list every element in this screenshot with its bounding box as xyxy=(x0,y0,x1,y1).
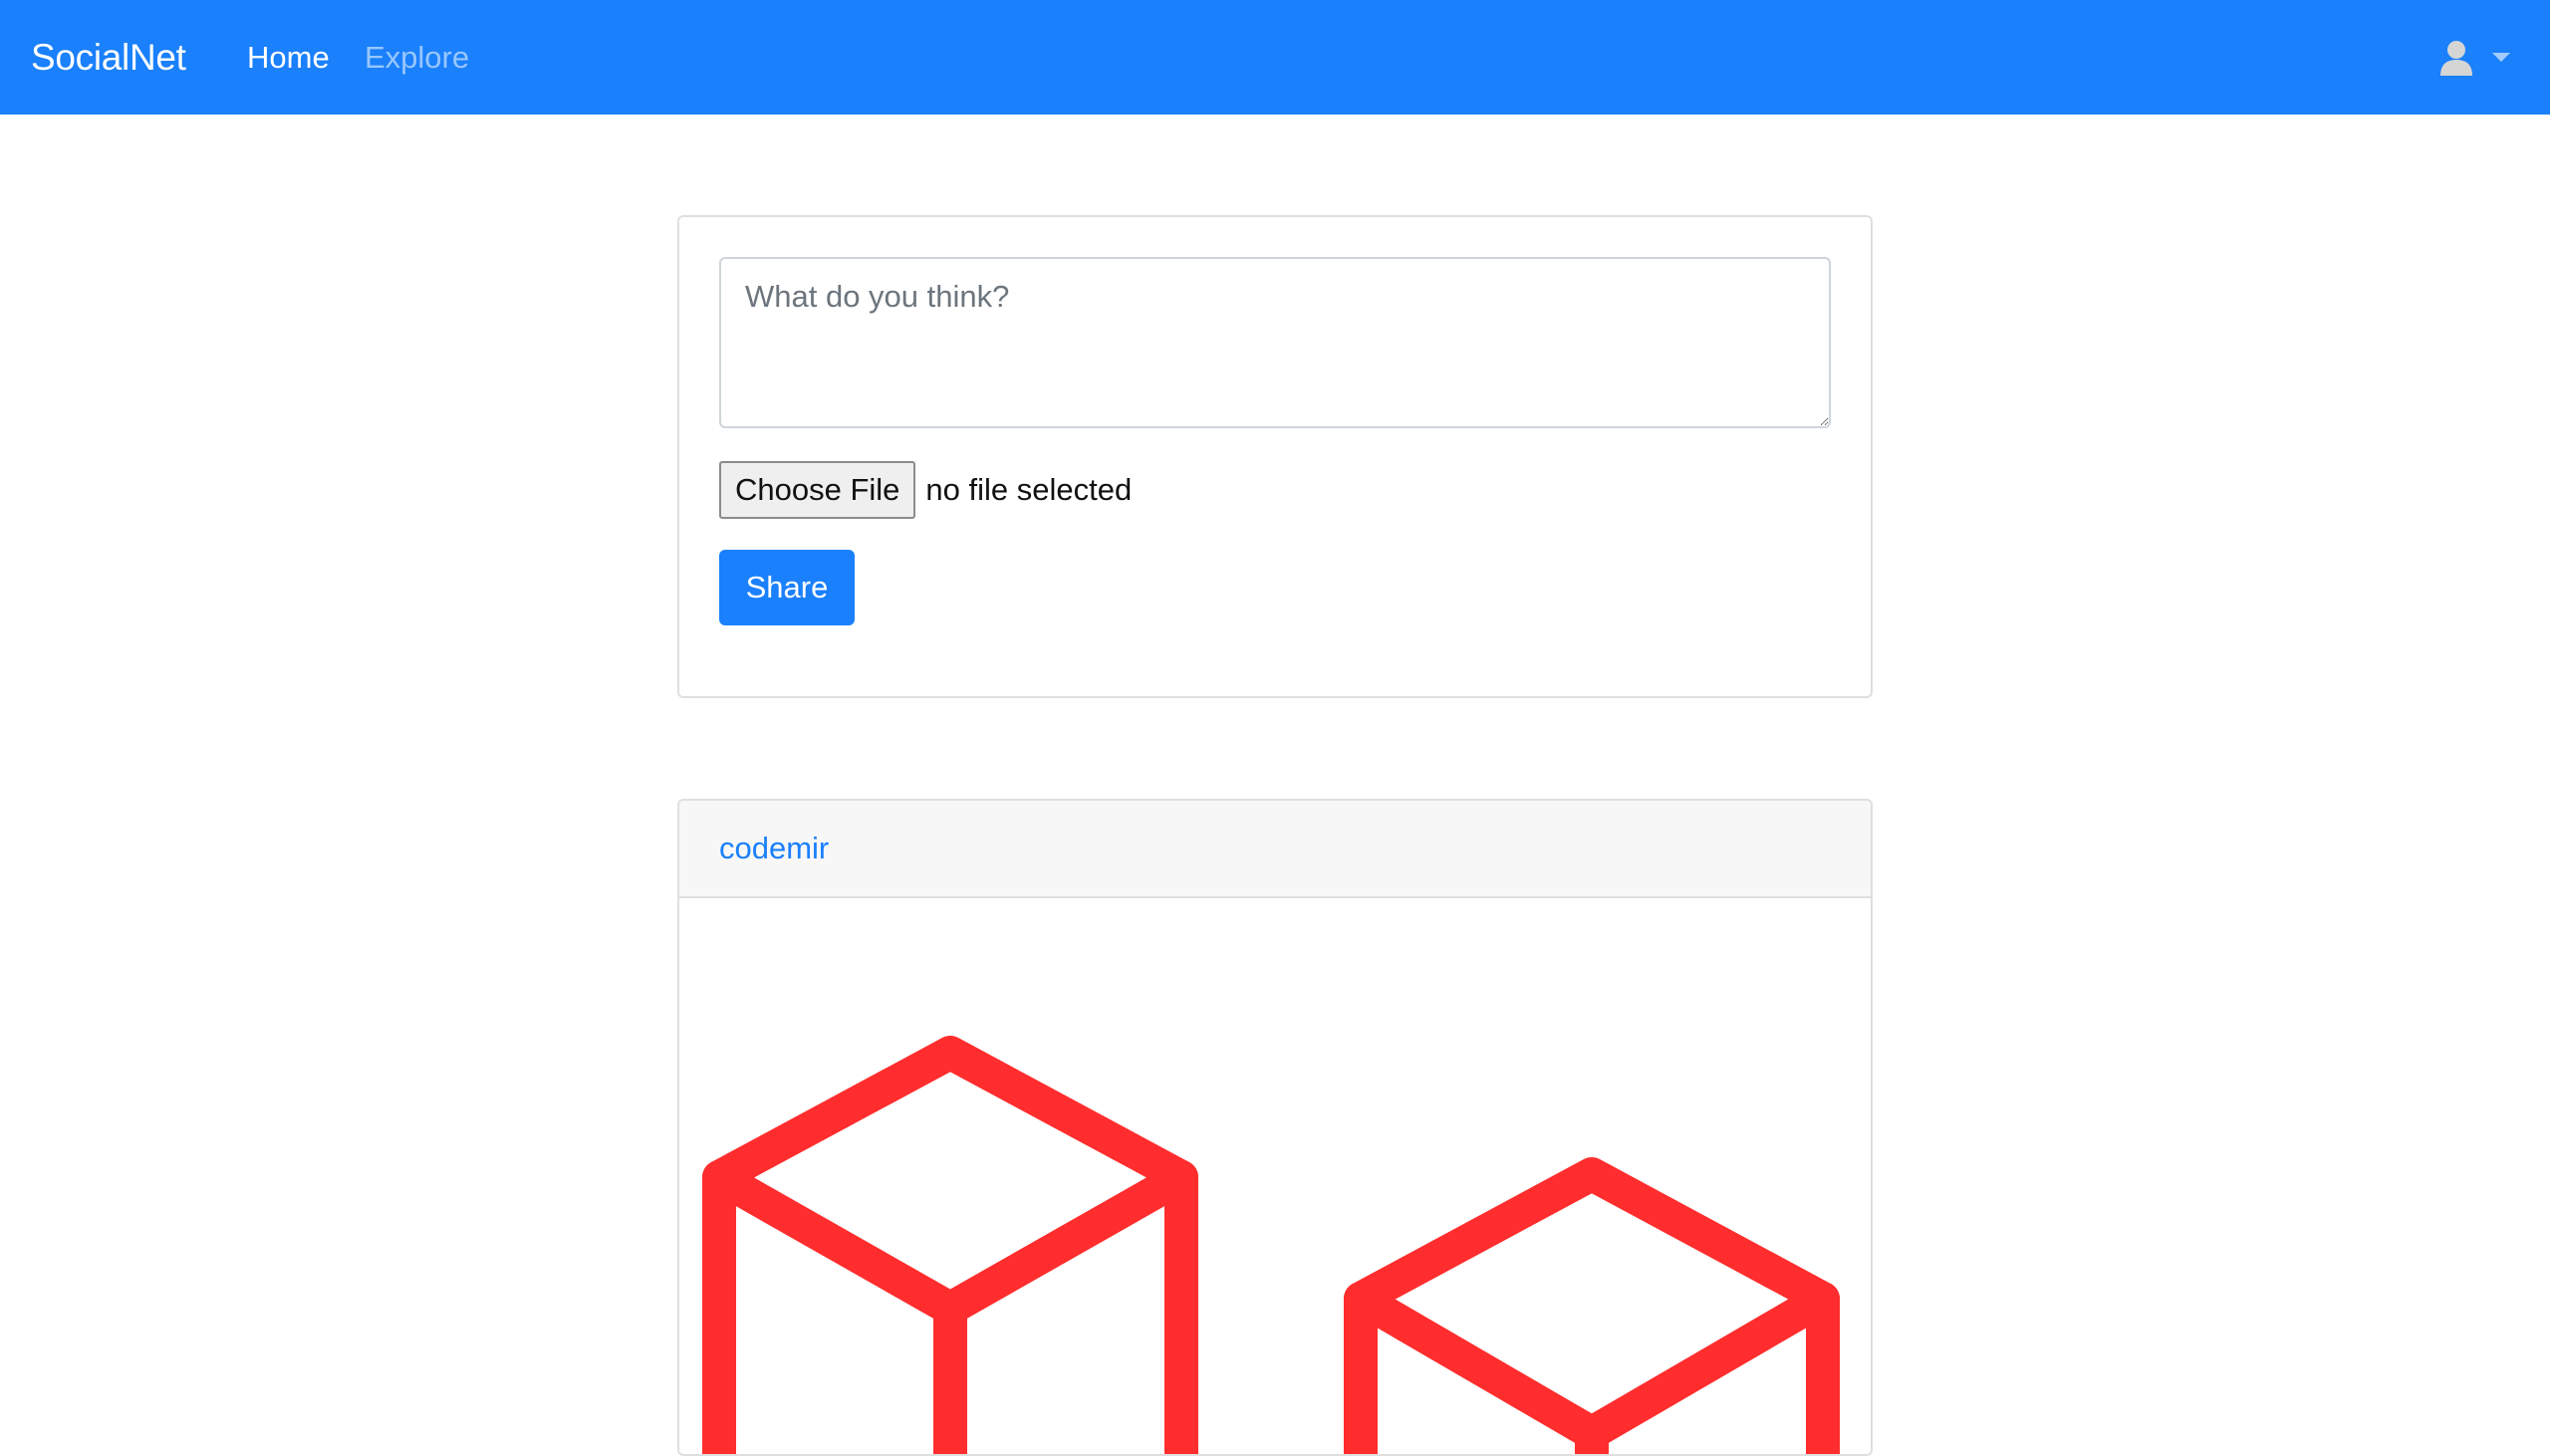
post-text-input[interactable] xyxy=(719,257,1831,428)
file-status-text: no file selected xyxy=(925,472,1133,507)
post-composer-card: Choose File no file selected Share xyxy=(677,215,1873,698)
post-image xyxy=(702,1036,1840,1454)
choose-file-button[interactable]: Choose File xyxy=(719,461,916,519)
post-header: codemir xyxy=(679,801,1871,898)
nav-explore-link[interactable]: Explore xyxy=(365,0,469,115)
brand-logo[interactable]: SocialNet xyxy=(31,0,186,115)
top-navbar: SocialNet Home Explore xyxy=(0,0,2550,115)
user-icon xyxy=(2440,40,2472,76)
laravel-logo-image xyxy=(702,1036,1840,1454)
post-card: codemir xyxy=(677,799,1873,1456)
user-menu-dropdown[interactable] xyxy=(2436,0,2510,115)
file-input: Choose File no file selected xyxy=(719,461,1132,519)
caret-down-icon xyxy=(2492,53,2510,62)
nav-home-link[interactable]: Home xyxy=(247,0,330,115)
share-button[interactable]: Share xyxy=(719,550,855,625)
post-author-link[interactable]: codemir xyxy=(719,831,829,866)
